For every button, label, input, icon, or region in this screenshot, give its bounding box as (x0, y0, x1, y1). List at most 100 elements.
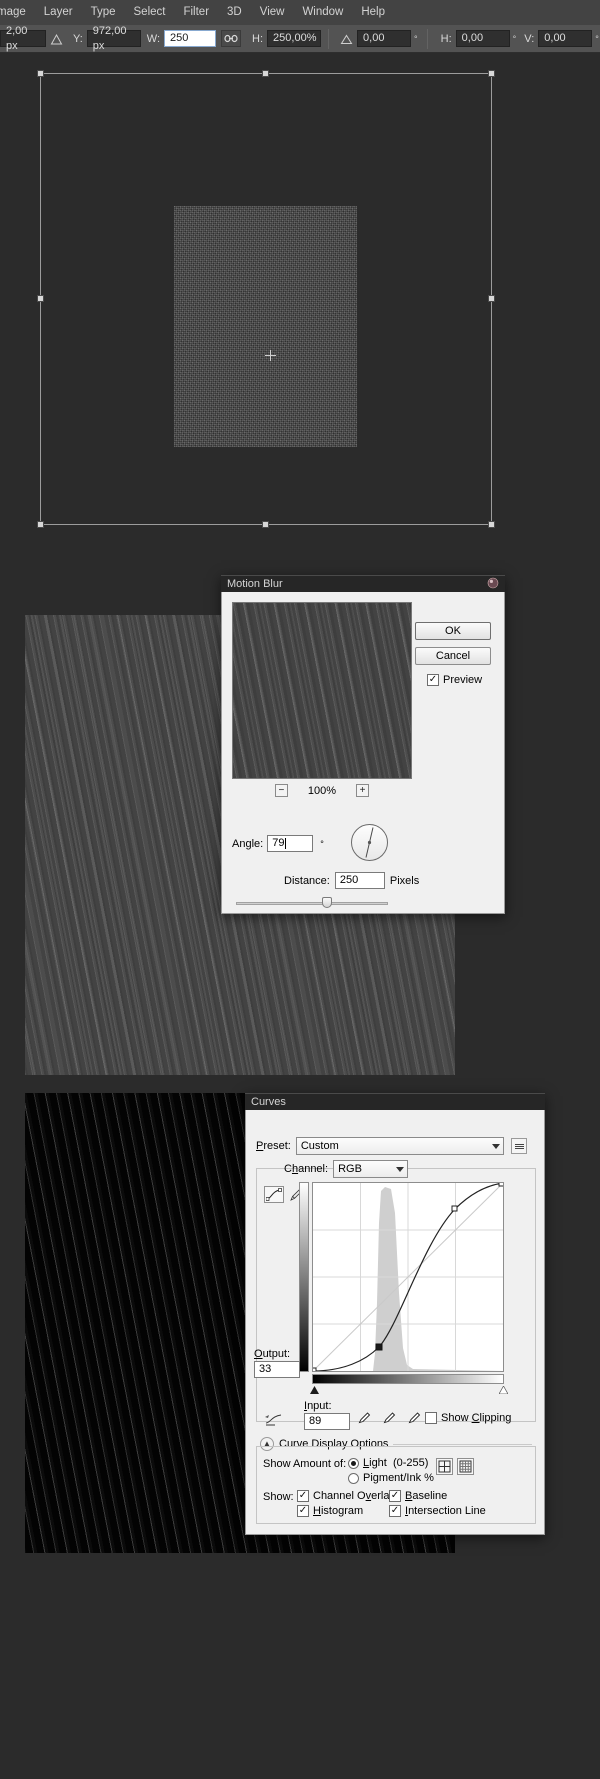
light-radio-row[interactable]: Light (0-255) (348, 1457, 428, 1469)
baseline-row[interactable]: ✓ Baseline (389, 1490, 447, 1502)
show-label: Show: (263, 1491, 294, 1503)
motion-blur-title: Motion Blur (227, 578, 283, 590)
preview-checkbox[interactable]: ✓ (427, 674, 439, 686)
input-label: Input: (304, 1400, 332, 1412)
reference-point-icon (50, 33, 63, 45)
eyedropper-tools (358, 1411, 421, 1427)
intersection-line-label: Intersection Line (405, 1505, 486, 1517)
channel-overlays-label: Channel Overlays (313, 1490, 401, 1502)
histogram-row[interactable]: ✓ Histogram (297, 1505, 363, 1517)
curve-edit-points-icon[interactable] (264, 1186, 284, 1203)
transform-handle-top-left[interactable] (37, 70, 44, 77)
transform-handle-middle-left[interactable] (37, 295, 44, 302)
menu-item-filter[interactable]: Filter (174, 0, 218, 25)
angle-dial[interactable] (351, 824, 388, 861)
eyedropper-black-icon[interactable] (358, 1411, 371, 1427)
output-input[interactable]: 33 (254, 1361, 300, 1378)
chevron-down-icon (491, 1144, 500, 1149)
preset-row: PPreset:reset: Custom (256, 1137, 504, 1155)
smooth-curve-icon[interactable] (263, 1410, 285, 1428)
divider (393, 1443, 532, 1445)
show-amount-of-label: Show Amount of: (263, 1458, 347, 1470)
menu-item-type[interactable]: Type (82, 0, 125, 25)
menu-item-select[interactable]: Select (125, 0, 175, 25)
input-input[interactable]: 89 (304, 1413, 350, 1430)
rotate-degree-symbol: ° (414, 33, 418, 44)
motion-blur-preview-image[interactable] (232, 602, 412, 779)
channel-row: Channel: RGB (284, 1160, 409, 1178)
output-gradient-bar (299, 1182, 309, 1372)
distance-units-label: Pixels (389, 874, 420, 887)
distance-slider-thumb[interactable] (322, 897, 332, 908)
menu-item-help[interactable]: Help (352, 0, 394, 25)
angle-input[interactable]: 79 (267, 835, 314, 852)
show-clipping-row[interactable]: ✓ Show Clipping (425, 1412, 511, 1424)
motion-blur-body: − 100% + OK Cancel ✓ Preview Angle: 79 °… (221, 592, 505, 914)
distance-slider-track[interactable] (236, 902, 388, 905)
preview-label: Preview (443, 674, 483, 686)
preset-value: Custom (300, 1140, 339, 1152)
menu-item-3d[interactable]: 3D (218, 0, 251, 25)
light-label: Light (0-255) (363, 1457, 429, 1469)
y-position-field[interactable]: 972,00 px (86, 25, 141, 52)
grid-quarter-icon[interactable] (436, 1458, 453, 1475)
distance-slider[interactable] (236, 897, 388, 909)
black-point-slider[interactable] (310, 1385, 319, 1394)
ok-button[interactable]: OK (415, 622, 491, 640)
preset-select[interactable]: Custom (295, 1137, 504, 1155)
eyedropper-white-icon[interactable] (408, 1411, 421, 1427)
width-field[interactable]: 250 (164, 30, 217, 47)
curves-title: Curves (251, 1096, 286, 1108)
intersection-line-row[interactable]: ✓ Intersection Line (389, 1505, 486, 1517)
height-field[interactable]: 250,00% (267, 30, 322, 47)
light-radio[interactable] (348, 1457, 359, 1469)
curve-grid[interactable] (312, 1182, 504, 1372)
height-label: H: (252, 32, 264, 45)
rotate-field[interactable]: 0,00 (357, 30, 412, 47)
grid-size-buttons (436, 1458, 474, 1475)
baseline-checkbox[interactable]: ✓ (389, 1490, 401, 1502)
show-clipping-checkbox[interactable]: ✓ (425, 1412, 437, 1424)
preview-checkbox-row[interactable]: ✓ Preview (427, 674, 482, 686)
cancel-button[interactable]: Cancel (415, 647, 491, 665)
zoom-out-button[interactable]: − (274, 784, 288, 797)
preset-label: PPreset:reset: (256, 1140, 291, 1152)
channel-select[interactable]: RGB (333, 1160, 409, 1178)
transform-handle-bottom-right[interactable] (488, 521, 495, 528)
distance-input[interactable]: 250 (334, 872, 385, 889)
skew-v-field[interactable]: 0,00 (538, 30, 593, 47)
x-position-field[interactable]: 2,00 px (0, 25, 46, 52)
transform-handle-top-center[interactable] (262, 70, 269, 77)
motion-blur-help-icon[interactable] (487, 577, 499, 592)
intersection-line-checkbox[interactable]: ✓ (389, 1505, 401, 1517)
menu-item-image[interactable]: mage (0, 0, 35, 25)
skew-v-label: V: (524, 32, 535, 45)
link-icon[interactable] (221, 30, 242, 47)
pigment-radio-row[interactable]: Pigment/Ink % (348, 1472, 434, 1484)
menu-bar: mage Layer Type Select Filter 3D View Wi… (0, 0, 600, 25)
white-point-slider[interactable] (498, 1385, 509, 1395)
channel-value: RGB (338, 1163, 362, 1175)
menu-item-window[interactable]: Window (293, 0, 352, 25)
transform-handle-middle-right[interactable] (488, 295, 495, 302)
skew-h-field[interactable]: 0,00 (455, 30, 510, 47)
y-label: Y: (73, 32, 83, 45)
channel-overlays-row[interactable]: ✓ Channel Overlays (297, 1490, 400, 1502)
options-separator-2 (426, 28, 428, 49)
histogram-label: Histogram (313, 1505, 364, 1517)
menu-item-layer[interactable]: Layer (35, 0, 82, 25)
transform-handle-bottom-center[interactable] (262, 521, 269, 528)
transform-handle-top-right[interactable] (488, 70, 495, 77)
transform-handle-bottom-left[interactable] (37, 521, 44, 528)
menu-item-view[interactable]: View (251, 0, 294, 25)
zoom-in-button[interactable]: + (356, 784, 370, 797)
curves-titlebar[interactable]: Curves (245, 1093, 545, 1110)
grid-tenth-icon[interactable] (457, 1458, 474, 1475)
histogram-checkbox[interactable]: ✓ (297, 1505, 309, 1517)
eyedropper-gray-icon[interactable] (383, 1411, 396, 1427)
channel-overlays-checkbox[interactable]: ✓ (297, 1490, 309, 1502)
zoom-percent-label: 100% (307, 784, 337, 797)
motion-blur-titlebar[interactable]: Motion Blur (221, 575, 505, 592)
pigment-radio[interactable] (348, 1472, 359, 1484)
preset-options-menu-icon[interactable] (511, 1138, 527, 1154)
